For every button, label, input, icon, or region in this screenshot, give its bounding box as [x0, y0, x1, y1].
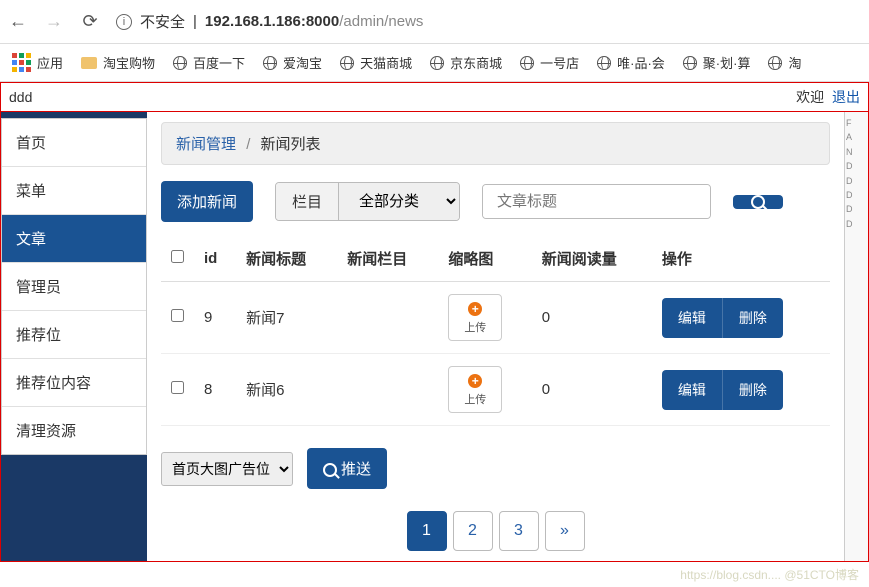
- cell-ops: 编辑删除: [652, 354, 830, 426]
- search-group: [482, 184, 711, 219]
- top-strip: ddd 欢迎 退出: [0, 82, 869, 112]
- security-label: 不安全: [140, 11, 185, 32]
- bookmark-item[interactable]: 京东商城: [430, 53, 502, 72]
- globe-icon: [683, 56, 697, 70]
- th-reads: 新闻阅读量: [532, 236, 652, 282]
- welcome-label: 欢迎: [796, 89, 824, 105]
- search-icon: [323, 463, 337, 477]
- cell-reads: 0: [532, 354, 652, 426]
- back-button[interactable]: ←: [8, 12, 28, 32]
- search-icon: [751, 195, 765, 209]
- url-bar[interactable]: i 不安全 | 192.168.1.186:8000/admin/news: [116, 11, 861, 32]
- upload-button[interactable]: +上传: [448, 294, 502, 341]
- info-icon: i: [116, 14, 132, 30]
- push-row: 首页大图广告位 推送: [161, 448, 830, 489]
- delete-button[interactable]: 删除: [722, 370, 783, 410]
- th-title: 新闻标题: [236, 236, 337, 282]
- bookmark-item[interactable]: 淘: [768, 53, 801, 72]
- side-sliver: FANDDDDD: [844, 112, 868, 561]
- cell-title: 新闻7: [236, 282, 337, 354]
- category-filter: 栏目 全部分类: [275, 182, 460, 221]
- breadcrumb-parent[interactable]: 新闻管理: [176, 136, 236, 153]
- delete-button[interactable]: 删除: [722, 298, 783, 338]
- table-row: 8新闻6 +上传 0编辑删除: [161, 354, 830, 426]
- page-next-button[interactable]: »: [545, 511, 585, 551]
- bookmarks-bar: 应用 淘宝购物 百度一下 爱淘宝 天猫商城 京东商城 一号店 唯·品·会 聚·划…: [0, 44, 869, 82]
- page-button[interactable]: 1: [407, 511, 447, 551]
- th-thumb: 缩略图: [438, 236, 531, 282]
- globe-icon: [520, 56, 534, 70]
- url-path: /admin/news: [339, 13, 423, 30]
- search-input[interactable]: [483, 185, 710, 218]
- sidebar-item[interactable]: 文章: [2, 215, 146, 263]
- page-button[interactable]: 3: [499, 511, 539, 551]
- th-id: id: [194, 236, 236, 282]
- plus-icon: +: [468, 374, 482, 388]
- globe-icon: [768, 56, 782, 70]
- globe-icon: [597, 56, 611, 70]
- cell-ops: 编辑删除: [652, 282, 830, 354]
- cell-reads: 0: [532, 282, 652, 354]
- cell-id: 9: [194, 282, 236, 354]
- page-button[interactable]: 2: [453, 511, 493, 551]
- news-table: id 新闻标题 新闻栏目 缩略图 新闻阅读量 操作 9新闻7+上传0编辑删除8新…: [161, 236, 830, 426]
- cell-thumb: +上传: [438, 354, 531, 426]
- apps-icon: [12, 53, 31, 72]
- sidebar-item[interactable]: 推荐位内容: [2, 359, 146, 407]
- table-row: 9新闻7 +上传 0编辑删除: [161, 282, 830, 354]
- row-checkbox[interactable]: [171, 381, 184, 394]
- globe-icon: [430, 56, 444, 70]
- bookmark-item[interactable]: 唯·品·会: [597, 53, 665, 72]
- bookmark-item[interactable]: 百度一下: [173, 53, 245, 72]
- reload-button[interactable]: ⟳: [80, 12, 100, 32]
- cell-id: 8: [194, 354, 236, 426]
- bookmark-item[interactable]: 一号店: [520, 53, 579, 72]
- sidebar-item[interactable]: 推荐位: [2, 311, 146, 359]
- edit-button[interactable]: 编辑: [662, 298, 722, 338]
- bookmark-item[interactable]: 天猫商城: [340, 53, 412, 72]
- logout-link[interactable]: 退出: [832, 89, 860, 105]
- bookmark-item[interactable]: 聚·划·算: [683, 53, 751, 72]
- th-category: 新闻栏目: [337, 236, 438, 282]
- toolbar: 添加新闻 栏目 全部分类: [161, 181, 830, 222]
- apps-button[interactable]: 应用: [12, 53, 63, 72]
- select-all-checkbox[interactable]: [171, 250, 184, 263]
- site-label: ddd: [9, 89, 32, 105]
- category-select[interactable]: 全部分类: [339, 183, 459, 220]
- watermark: https://blog.csdn.... @51CTO博客: [0, 562, 869, 587]
- bookmark-item[interactable]: 淘宝购物: [81, 53, 155, 72]
- bookmark-item[interactable]: 爱淘宝: [263, 53, 322, 72]
- search-button[interactable]: [733, 195, 783, 209]
- sidebar-item[interactable]: 菜单: [2, 167, 146, 215]
- breadcrumb: 新闻管理 / 新闻列表: [161, 122, 830, 165]
- add-news-button[interactable]: 添加新闻: [161, 181, 253, 222]
- pagination: 123»: [161, 511, 830, 551]
- sidebar-item[interactable]: 首页: [2, 119, 146, 167]
- globe-icon: [340, 56, 354, 70]
- push-button[interactable]: 推送: [307, 448, 387, 489]
- url-host: 192.168.1.186:8000: [205, 13, 339, 30]
- sidebar-item[interactable]: 清理资源: [2, 407, 146, 454]
- upload-button[interactable]: +上传: [448, 366, 502, 413]
- browser-toolbar: ← → ⟳ i 不安全 | 192.168.1.186:8000/admin/n…: [0, 0, 869, 44]
- sidebar-item[interactable]: 管理员: [2, 263, 146, 311]
- cell-title: 新闻6: [236, 354, 337, 426]
- plus-icon: +: [468, 302, 482, 316]
- content-area: 新闻管理 / 新闻列表 添加新闻 栏目 全部分类 id: [147, 112, 844, 561]
- filter-addon-label: 栏目: [276, 183, 339, 220]
- globe-icon: [173, 56, 187, 70]
- cell-thumb: +上传: [438, 282, 531, 354]
- push-select[interactable]: 首页大图广告位: [161, 452, 293, 486]
- sidebar: 首页菜单文章管理员推荐位推荐位内容清理资源: [1, 112, 147, 561]
- folder-icon: [81, 57, 97, 69]
- globe-icon: [263, 56, 277, 70]
- cell-category: [337, 354, 438, 426]
- edit-button[interactable]: 编辑: [662, 370, 722, 410]
- cell-category: [337, 282, 438, 354]
- th-ops: 操作: [652, 236, 830, 282]
- row-checkbox[interactable]: [171, 309, 184, 322]
- breadcrumb-current: 新闻列表: [261, 136, 321, 153]
- forward-button[interactable]: →: [44, 12, 64, 32]
